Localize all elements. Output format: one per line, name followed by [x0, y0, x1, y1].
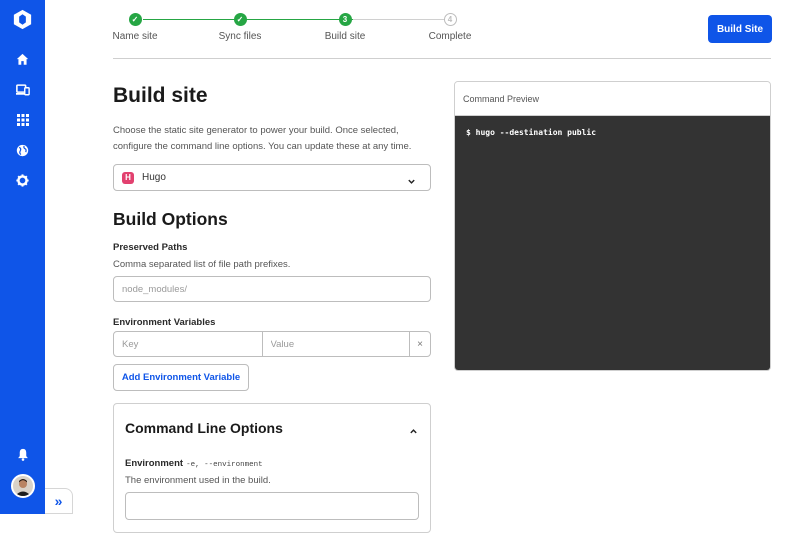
build-options-heading: Build Options	[113, 209, 228, 229]
remove-env-var-button[interactable]: ×	[410, 332, 430, 356]
apps-icon[interactable]	[14, 111, 31, 128]
step-number: 3	[338, 13, 352, 26]
generator-select[interactable]: H Hugo	[113, 164, 431, 191]
check-icon: ✓	[233, 13, 247, 26]
add-environment-variable-button[interactable]: Add Environment Variable	[113, 364, 249, 391]
preserved-paths-label: Preserved Paths	[113, 242, 188, 253]
step-label: Complete	[428, 31, 472, 42]
chevron-up-icon[interactable]	[409, 423, 418, 441]
expand-sidebar-button[interactable]: »	[45, 488, 73, 514]
command-preview-terminal: $ hugo --destination public	[455, 116, 770, 370]
page-title: Build site	[113, 84, 208, 107]
command-preview-text: $ hugo --destination public	[466, 128, 597, 137]
home-icon[interactable]	[14, 51, 31, 68]
step-number: 4	[443, 13, 457, 26]
sidebar	[0, 0, 45, 514]
hugo-logo-icon: H	[122, 171, 134, 184]
env-key-input[interactable]	[114, 332, 263, 356]
preserved-paths-input[interactable]	[113, 276, 431, 302]
step-complete: 4 Complete	[410, 12, 490, 42]
step-build-site[interactable]: 3 Build site	[305, 12, 385, 42]
step-label: Sync files	[218, 31, 262, 42]
logo-icon[interactable]	[11, 8, 34, 31]
step-name-site[interactable]: ✓ Name site	[95, 12, 175, 42]
gear-icon[interactable]	[14, 172, 31, 189]
preserved-paths-hint: Comma separated list of file path prefix…	[113, 259, 291, 270]
step-label: Build site	[324, 31, 366, 42]
bell-icon[interactable]	[14, 446, 31, 463]
environment-flags: -e, --environment	[186, 461, 263, 469]
env-value-input[interactable]	[262, 332, 411, 356]
double-chevron-right-icon: »	[54, 493, 63, 509]
environment-variables-label: Environment Variables	[113, 317, 216, 328]
env-var-row: ×	[113, 331, 431, 357]
header-divider	[113, 58, 771, 59]
environment-hint: The environment used in the build.	[125, 475, 271, 486]
environment-input[interactable]	[125, 492, 419, 520]
progress-stepper: ✓ Name site ✓ Sync files 3 Build site 4 …	[112, 12, 473, 48]
step-sync-files[interactable]: ✓ Sync files	[200, 12, 280, 42]
page-description: Choose the static site generator to powe…	[113, 125, 412, 152]
avatar[interactable]	[11, 474, 35, 498]
command-line-options-heading: Command Line Options	[125, 420, 283, 436]
build-site-button[interactable]: Build Site	[708, 15, 772, 43]
generator-selected-value: Hugo	[142, 172, 166, 183]
environment-option-label: Environment -e, --environment	[125, 458, 263, 469]
step-label: Name site	[112, 31, 158, 42]
sites-icon[interactable]	[14, 81, 31, 98]
command-preview-title: Command Preview	[455, 82, 770, 116]
chevron-down-icon	[407, 173, 416, 191]
environment-label: Environment	[125, 458, 184, 469]
close-icon: ×	[417, 338, 423, 350]
check-icon: ✓	[128, 13, 142, 26]
command-preview-panel: Command Preview $ hugo --destination pub…	[454, 81, 771, 371]
globe-icon[interactable]	[14, 142, 31, 159]
